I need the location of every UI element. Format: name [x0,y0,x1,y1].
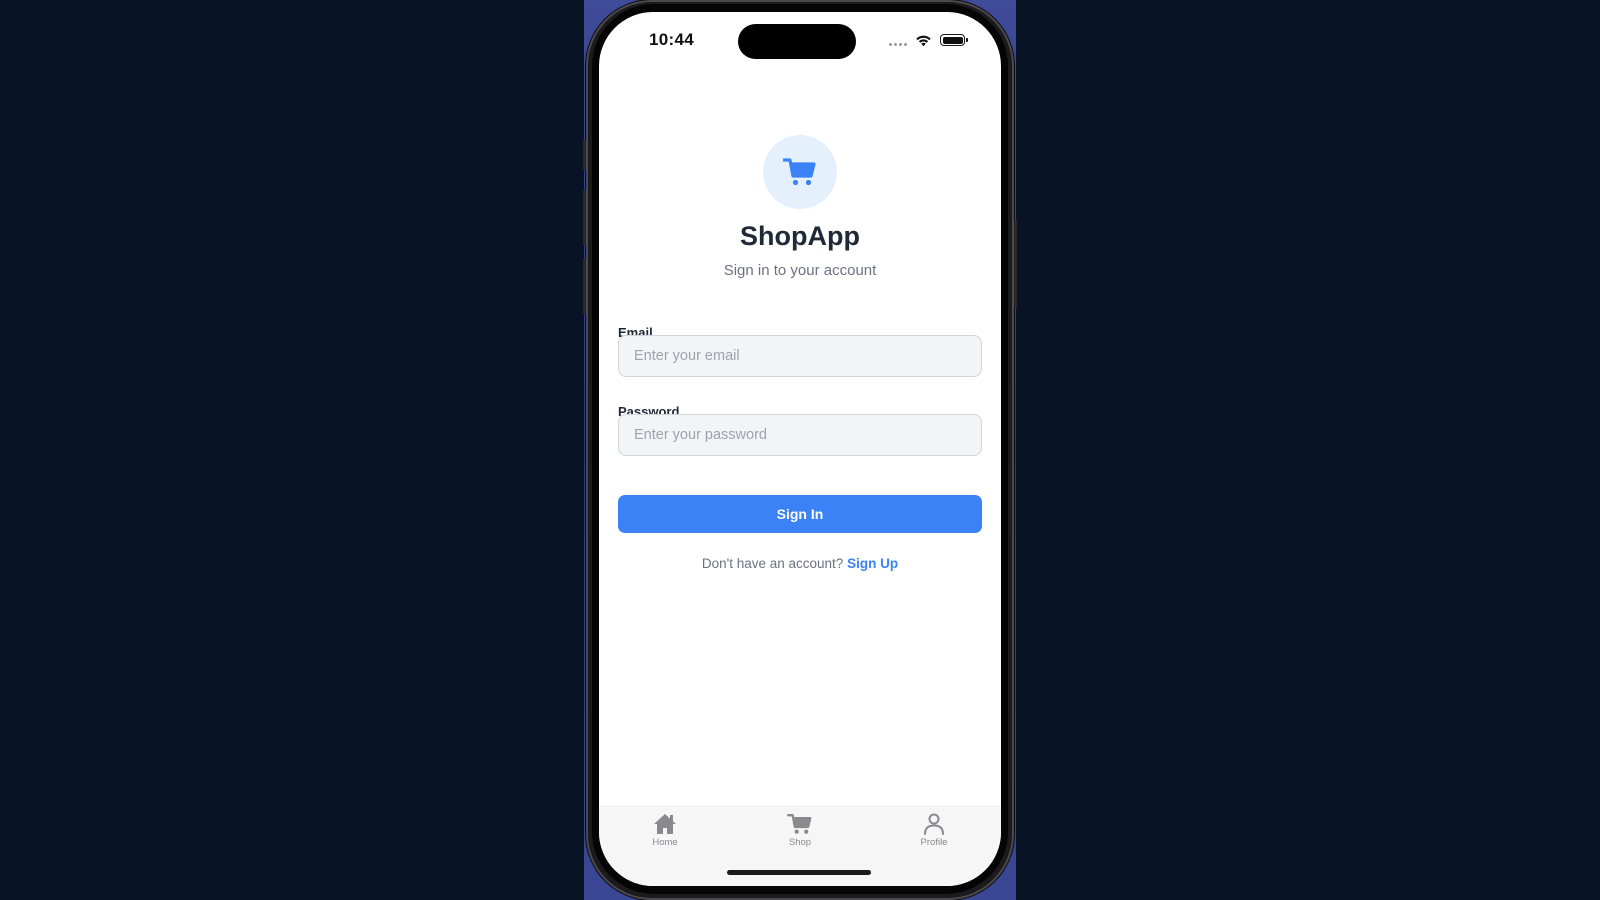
person-icon [924,813,944,835]
status-time: 10:44 [649,30,694,49]
tab-profile[interactable]: Profile [894,813,974,848]
signup-prompt-text: Don't have an account? [701,556,844,571]
battery-icon [940,34,968,46]
volume-down-button [583,258,586,314]
cart-icon [787,814,812,834]
power-button [1014,220,1017,308]
shopping-cart-icon [783,158,816,186]
signup-prompt-row: Don't have an account? Sign Up [599,556,1001,571]
wifi-icon [916,35,931,46]
home-indicator[interactable] [727,870,871,875]
cellular-signal-icon [889,34,907,46]
tab-profile-label: Profile [920,837,948,848]
action-button [583,140,586,170]
phone-screen: 10:44 ShopApp Sign in to your account Em… [599,12,1001,886]
desktop-background: 10:44 ShopApp Sign in to your account Em… [0,0,1600,900]
tab-shop-label: Shop [788,837,812,848]
email-field[interactable] [618,335,982,377]
tab-home[interactable]: Home [625,813,705,848]
home-icon [654,814,676,834]
sign-up-link[interactable]: Sign Up [847,556,898,571]
volume-up-button [583,190,586,246]
page-subtitle: Sign in to your account [723,262,877,279]
tab-home-label: Home [652,837,678,848]
sign-in-button[interactable]: Sign In [618,495,982,533]
app-logo [763,135,837,209]
status-indicators [889,32,968,48]
tab-shop[interactable]: Shop [760,813,840,848]
phone-frame: 10:44 ShopApp Sign in to your account Em… [583,0,1017,900]
password-field[interactable] [618,414,982,456]
app-title: ShopApp [740,221,860,251]
dynamic-island [738,24,856,59]
